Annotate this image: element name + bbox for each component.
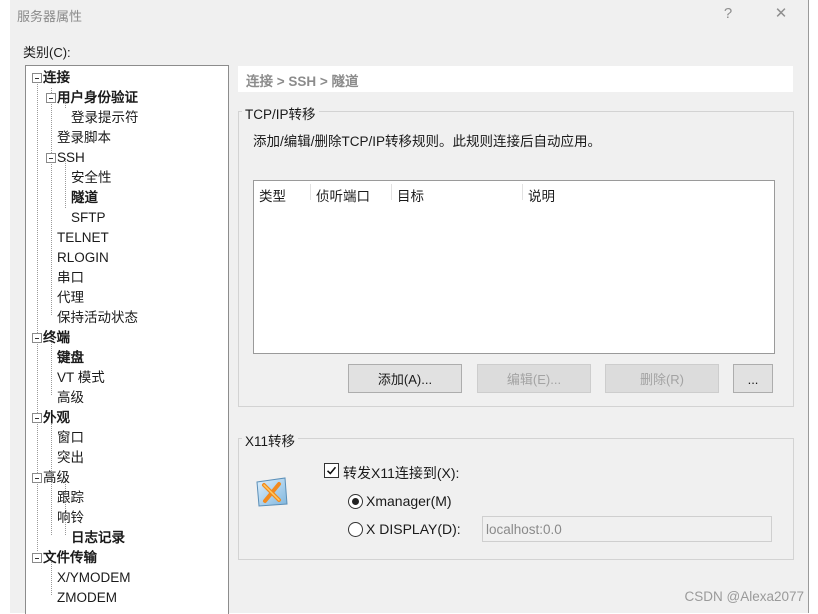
more-button[interactable]: ... (733, 364, 773, 393)
tree-item-connection[interactable]: 连接 (43, 68, 70, 88)
expand-connection-icon[interactable] (32, 73, 42, 83)
tree-item-auth[interactable]: 用户身份验证 (57, 88, 138, 108)
column-header-type[interactable]: 类型 (259, 185, 286, 205)
tree-item-tunnel[interactable]: 隧道 (71, 188, 98, 208)
expand-transfer-icon[interactable] (32, 553, 42, 563)
tree-item-rlogin[interactable]: RLOGIN (57, 248, 109, 268)
tree-item-logging[interactable]: 日志记录 (71, 528, 125, 548)
tree-item-login-prompt[interactable]: 登录提示符 (71, 108, 139, 128)
expand-auth-icon[interactable] (46, 93, 56, 103)
tcp-description: 添加/编辑/删除TCP/IP转移规则。此规则连接后自动应用。 (253, 134, 602, 149)
tree-item-proxy[interactable]: 代理 (57, 288, 84, 308)
xmanager-label[interactable]: Xmanager(M) (366, 493, 452, 509)
tree-item-sftp[interactable]: SFTP (71, 208, 106, 228)
expand-ssh-icon[interactable] (46, 153, 56, 163)
tree-item-window[interactable]: 窗口 (57, 428, 84, 448)
expand-appearance-icon[interactable] (32, 413, 42, 423)
tree-item-vt-mode[interactable]: VT 模式 (57, 368, 105, 388)
close-button[interactable]: ✕ (767, 2, 795, 26)
xmanager-radio[interactable] (348, 494, 363, 509)
xdisplay-label[interactable]: X DISPLAY(D): (366, 521, 461, 537)
edit-button[interactable]: 编辑(E)... (477, 364, 591, 393)
xdisplay-radio[interactable] (348, 522, 363, 537)
xmanager-icon (256, 477, 288, 507)
category-tree[interactable]: 连接 用户身份验证 登录提示符 登录脚本 SSH 安全性 隧道 SFTP TEL… (25, 65, 229, 614)
breadcrumb: 连接 > SSH > 隧道 (246, 74, 359, 89)
column-header-description[interactable]: 说明 (528, 185, 555, 205)
forward-x11-label[interactable]: 转发X11连接到(X): (343, 463, 459, 483)
column-header-target[interactable]: 目标 (397, 185, 424, 205)
server-properties-dialog: 服务器属性 ? ✕ 类别(C): 连接 用户身份验证 登录提示符 登录脚本 SS… (10, 0, 809, 614)
tree-item-zmodem[interactable]: ZMODEM (57, 588, 117, 608)
tree-item-keyboard[interactable]: 键盘 (57, 348, 84, 368)
tree-item-file-transfer[interactable]: 文件传输 (43, 548, 97, 568)
tree-item-security[interactable]: 安全性 (71, 168, 112, 188)
expand-advanced-icon[interactable] (32, 473, 42, 483)
checkmark-icon (326, 466, 337, 475)
tree-item-advanced[interactable]: 高级 (43, 468, 70, 488)
tree-item-keepalive[interactable]: 保持活动状态 (57, 308, 138, 328)
add-button[interactable]: 添加(A)... (348, 364, 462, 393)
column-header-listen-port[interactable]: 侦听端口 (316, 185, 370, 205)
tree-item-highlight[interactable]: 突出 (57, 448, 84, 468)
tree-item-terminal[interactable]: 终端 (43, 328, 70, 348)
window-title: 服务器属性 (17, 9, 83, 24)
forwarding-rules-table[interactable]: 类型 侦听端口 目标 说明 (253, 180, 775, 354)
tree-item-terminal-advanced[interactable]: 高级 (57, 388, 84, 408)
expand-terminal-icon[interactable] (32, 333, 42, 343)
x11-group-label: X11转移 (242, 430, 299, 450)
tree-item-telnet[interactable]: TELNET (57, 228, 109, 248)
watermark: CSDN @Alexa2077 (684, 589, 804, 604)
help-button[interactable]: ? (714, 2, 742, 26)
tree-item-xymodem[interactable]: X/YMODEM (57, 568, 131, 588)
delete-button[interactable]: 删除(R) (605, 364, 719, 393)
tree-item-ssh[interactable]: SSH (57, 148, 85, 168)
tree-item-bell[interactable]: 响铃 (57, 508, 84, 528)
tcp-group-label: TCP/IP转移 (242, 103, 319, 123)
tree-item-login-script[interactable]: 登录脚本 (57, 128, 111, 148)
xdisplay-input[interactable]: localhost:0.0 (482, 516, 772, 542)
tree-item-trace[interactable]: 跟踪 (57, 488, 84, 508)
tree-item-appearance[interactable]: 外观 (43, 408, 70, 428)
tree-item-serial[interactable]: 串口 (57, 268, 84, 288)
breadcrumb-bar: 连接 > SSH > 隧道 (238, 66, 793, 92)
forward-x11-checkbox[interactable] (324, 463, 339, 478)
category-label: 类别(C): (23, 45, 71, 60)
